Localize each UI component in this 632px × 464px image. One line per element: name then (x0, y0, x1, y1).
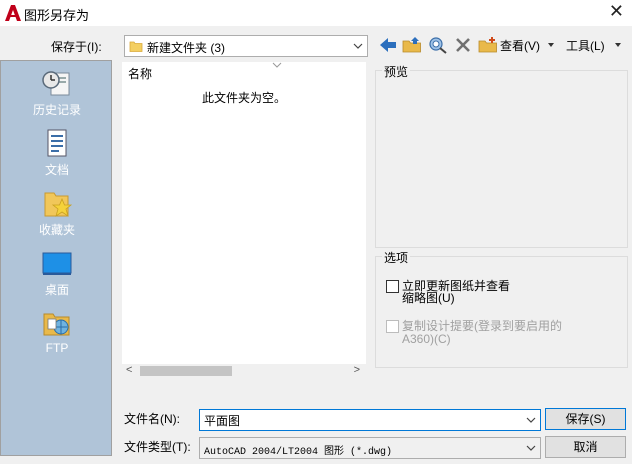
filename-combobox[interactable] (199, 409, 541, 431)
favorites-icon (44, 192, 73, 217)
save-in-value: 新建文件夹 (3) (147, 41, 226, 55)
save-in-label: 保存于(I): (51, 40, 102, 54)
places-bar: 历史记录 文档 收藏夹 桌面 FTP (0, 60, 112, 456)
save-button[interactable]: 保存(S) (545, 408, 626, 430)
view-menu-button[interactable]: 查看(V) (500, 34, 554, 56)
chevron-down-icon[interactable] (526, 416, 536, 424)
file-list[interactable]: 名称 此文件夹为空。 (122, 62, 366, 364)
documents-icon (47, 129, 67, 157)
delete-button[interactable] (454, 34, 472, 56)
sort-chevron-icon (272, 62, 282, 68)
scroll-right-icon[interactable]: > (354, 364, 360, 376)
place-label: 桌面 (44, 283, 69, 297)
chevron-down-icon (526, 445, 536, 451)
up-folder-icon (402, 37, 421, 53)
tools-menu-label: 工具(L) (566, 38, 605, 53)
dropdown-arrow-icon (614, 43, 621, 47)
save-in-dropdown[interactable]: 新建文件夹 (3) (124, 35, 368, 57)
search-web-button[interactable] (428, 34, 448, 56)
place-desktop[interactable]: 桌面 (1, 249, 113, 298)
delete-icon (456, 38, 470, 52)
window-title: 图形另存为 (24, 8, 90, 23)
place-label: 文档 (44, 163, 69, 177)
place-label: FTP (45, 341, 69, 355)
place-history[interactable]: 历史记录 (1, 69, 113, 118)
filetype-dropdown[interactable]: AutoCAD 2004/LT2004 图形 (*.dwg) (199, 437, 541, 459)
filetype-label: 文件类型(T): (124, 440, 191, 454)
place-label: 历史记录 (32, 103, 81, 117)
folder-icon (129, 41, 143, 52)
update-thumbnail-label-line2: 缩略图(U) (402, 291, 455, 305)
scrollbar-thumb[interactable] (140, 366, 232, 376)
ftp-icon (43, 313, 70, 336)
filetype-value: AutoCAD 2004/LT2004 图形 (*.dwg) (204, 447, 393, 458)
empty-folder-message: 此文件夹为空。 (201, 91, 286, 105)
new-folder-icon (478, 37, 497, 53)
chevron-down-icon (353, 43, 363, 49)
update-thumbnail-checkbox[interactable] (386, 280, 399, 293)
back-arrow-icon (380, 38, 396, 52)
horizontal-scrollbar[interactable]: < > (122, 364, 366, 378)
new-folder-button[interactable] (478, 34, 498, 56)
options-title: 选项 (382, 249, 411, 266)
place-favorites[interactable]: 收藏夹 (1, 189, 113, 238)
tools-menu-button[interactable]: 工具(L) (566, 34, 621, 56)
back-button[interactable] (378, 34, 398, 56)
search-web-icon (429, 37, 447, 54)
history-icon (42, 71, 70, 96)
place-ftp[interactable]: FTP (1, 309, 113, 355)
up-folder-button[interactable] (402, 34, 422, 56)
preview-title: 预览 (382, 63, 411, 80)
cancel-button[interactable]: 取消 (545, 436, 626, 458)
title-bar: 图形另存为 ✕ (0, 0, 632, 26)
copy-design-feeds-checkbox (386, 320, 399, 333)
place-label: 收藏夹 (38, 223, 75, 237)
filename-input[interactable] (200, 410, 540, 430)
view-menu-label: 查看(V) (500, 38, 540, 53)
close-icon[interactable]: ✕ (609, 1, 624, 22)
dropdown-arrow-icon (548, 43, 554, 47)
options-group: 选项 (375, 249, 628, 368)
preview-group: 预览 (375, 63, 628, 248)
desktop-icon (42, 252, 72, 275)
autocad-logo-icon (5, 5, 21, 21)
filename-label: 文件名(N): (124, 412, 180, 426)
place-documents[interactable]: 文档 (1, 129, 113, 178)
copy-design-feeds-label-line2: A360)(C) (402, 332, 451, 346)
column-header-name[interactable]: 名称 (128, 65, 152, 82)
scroll-left-icon[interactable]: < (126, 364, 132, 376)
